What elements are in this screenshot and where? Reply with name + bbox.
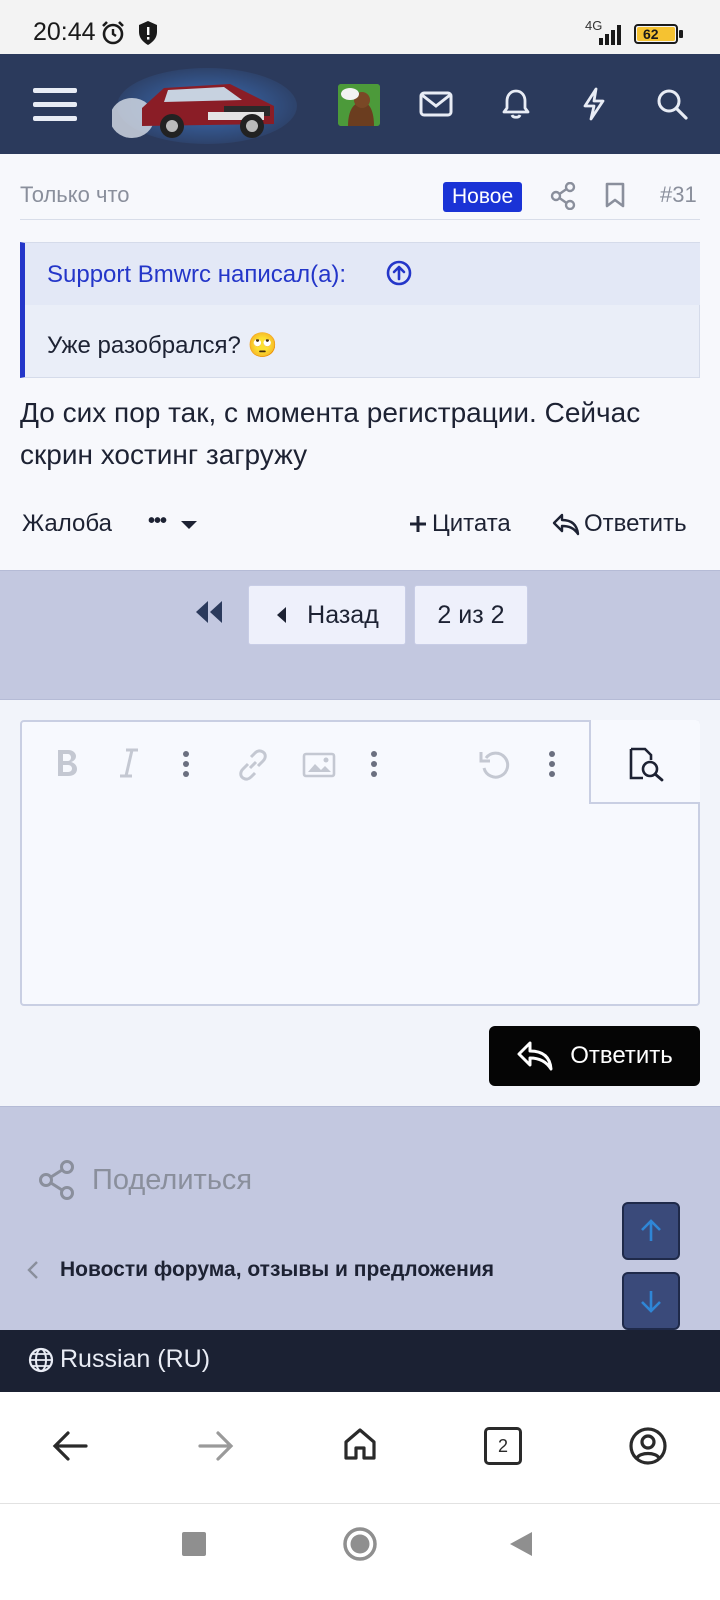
back-arrow-icon[interactable]: [52, 1430, 88, 1462]
tab-count: 2: [497, 1435, 508, 1456]
image-icon[interactable]: [302, 752, 336, 778]
share-icon: [39, 1160, 74, 1200]
bold-icon[interactable]: [54, 748, 80, 778]
search-button[interactable]: [642, 54, 702, 154]
post-body: До сих пор так, с момента регистрации. С…: [20, 397, 641, 470]
system-navigation: [0, 1505, 720, 1600]
caret-left-icon: [277, 607, 287, 623]
new-badge: Новое: [443, 182, 523, 212]
account-icon[interactable]: [628, 1426, 668, 1466]
reply-link-label: Ответить: [584, 510, 687, 537]
prev-page-label: Назад: [307, 600, 379, 629]
arrow-down-icon: [641, 1291, 661, 1313]
preview-toggle[interactable]: [589, 720, 700, 804]
recents-button[interactable]: [182, 1532, 206, 1556]
quote-author[interactable]: Support Bmwrc написал(а):: [47, 261, 346, 289]
reply-icon: [552, 513, 580, 536]
italic-icon[interactable]: [118, 748, 140, 778]
browser-toolbar: 2: [0, 1392, 720, 1504]
language-label: Russian (RU): [60, 1345, 211, 1373]
reply-link[interactable]: Ответить: [552, 506, 687, 542]
menu-button[interactable]: [20, 54, 90, 154]
breadcrumb[interactable]: Новости форума, отзывы и предложения: [26, 1258, 494, 1282]
shield-icon: [139, 21, 157, 45]
arrow-up-icon: [641, 1219, 661, 1241]
language-bar: Russian (RU): [0, 1330, 720, 1392]
reply-submit-label: Ответить: [570, 1042, 673, 1069]
top-navigation: [0, 54, 720, 154]
quote-button-label: Цитата: [432, 510, 511, 537]
alarm-icon: [102, 21, 124, 45]
site-logo[interactable]: [112, 66, 298, 144]
post-meta: Только что Новое #31: [20, 170, 700, 220]
undo-icon[interactable]: [478, 748, 512, 782]
pagination-bar: Назад 2 из 2: [0, 570, 720, 700]
signal-icon: [599, 25, 621, 45]
home-icon[interactable]: [342, 1426, 378, 1462]
tabs-button[interactable]: 2: [484, 1427, 522, 1465]
clock: 20:44: [33, 18, 96, 46]
post-number[interactable]: #31: [660, 182, 697, 208]
bell-icon: [502, 89, 530, 119]
reply-icon: [517, 1041, 553, 1071]
caret-down-icon: [181, 521, 197, 529]
battery-level: 62: [643, 26, 659, 42]
whats-new-button[interactable]: [564, 54, 624, 154]
prev-page-button[interactable]: Назад: [248, 585, 406, 645]
arrow-up-circle-icon[interactable]: [386, 260, 412, 286]
page-indicator: 2 из 2: [437, 600, 505, 629]
chevron-left-icon: [27, 1261, 38, 1279]
globe-icon: [28, 1347, 54, 1372]
envelope-icon: [419, 91, 453, 117]
post-time[interactable]: Только что: [20, 182, 130, 208]
bookmark-icon[interactable]: [604, 181, 626, 209]
more-actions-button[interactable]: •••: [148, 506, 200, 542]
report-link[interactable]: Жалоба: [22, 510, 112, 538]
home-circle-icon[interactable]: [342, 1526, 378, 1562]
breadcrumb-label: Новости форума, отзывы и предложения: [60, 1258, 495, 1281]
language-chooser[interactable]: Russian (RU): [28, 1345, 210, 1374]
status-bar: 20:44 4G 62: [0, 0, 720, 54]
more-formatting-icon[interactable]: [182, 750, 190, 778]
footer-area: [0, 1106, 720, 1330]
lightning-icon: [583, 87, 605, 121]
forward-arrow-icon[interactable]: [198, 1430, 234, 1462]
user-avatar[interactable]: [338, 84, 380, 126]
page-jump-button[interactable]: 2 из 2: [414, 585, 528, 645]
back-triangle-icon[interactable]: [508, 1530, 534, 1558]
plus-icon: [410, 516, 426, 532]
scroll-bottom-button[interactable]: [622, 1272, 680, 1330]
double-chevron-left-icon: [196, 601, 222, 623]
alerts-button[interactable]: [486, 54, 546, 154]
link-icon[interactable]: [236, 748, 270, 782]
share-label: Поделиться: [92, 1163, 253, 1196]
share-button[interactable]: Поделиться: [38, 1160, 252, 1200]
more-dots: •••: [148, 510, 167, 532]
inbox-button[interactable]: [406, 54, 466, 154]
first-page-button[interactable]: [194, 599, 230, 633]
search-icon: [657, 89, 688, 120]
share-icon[interactable]: [550, 182, 576, 210]
scroll-top-button[interactable]: [622, 1202, 680, 1260]
post-actions: Жалоба ••• Цитата Ответить: [20, 504, 704, 544]
battery-icon: 62: [634, 22, 684, 46]
reply-submit-button[interactable]: Ответить: [489, 1026, 700, 1086]
more-insert-icon[interactable]: [370, 750, 378, 778]
quote-button[interactable]: Цитата: [408, 506, 511, 542]
quote-block: Support Bmwrc написал(а): Уже разобрался…: [20, 242, 700, 378]
more-options-icon[interactable]: [548, 750, 556, 778]
quote-text: Уже разобрался? 🙄: [47, 332, 278, 359]
menu-icon: [33, 88, 77, 121]
preview-icon: [629, 747, 664, 782]
